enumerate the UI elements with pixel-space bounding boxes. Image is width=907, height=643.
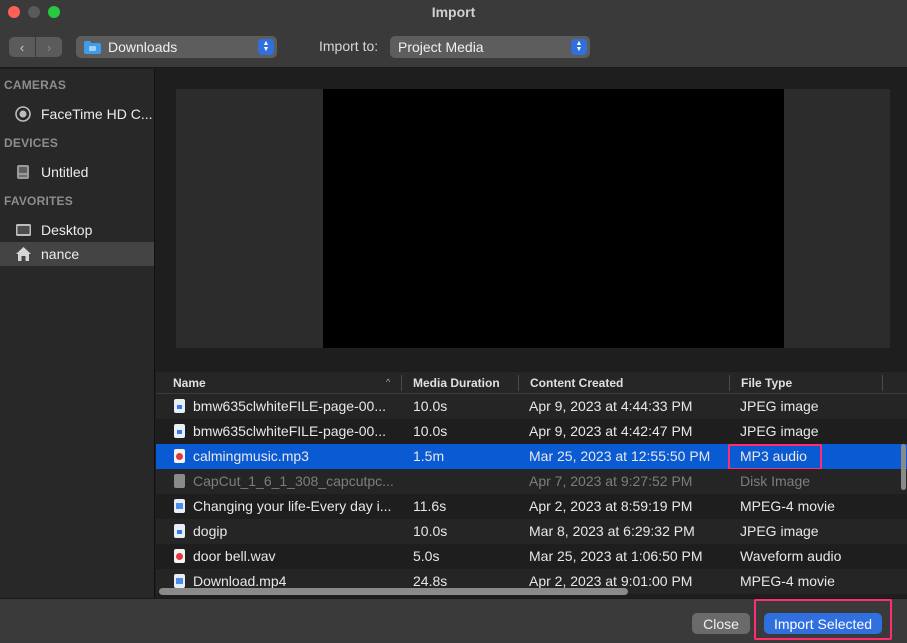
table-row[interactable]: CapCut_1_6_1_308_capcutpc... Apr 7, 2023…: [156, 469, 907, 494]
drive-icon: [15, 164, 33, 180]
sidebar-heading-cameras: CAMERAS: [4, 78, 67, 92]
vertical-scrollbar[interactable]: [901, 444, 906, 490]
folder-icon: [84, 40, 101, 54]
cell-created: Mar 8, 2023 at 6:29:32 PM: [529, 523, 695, 539]
cell-name: door bell.wav: [193, 548, 276, 564]
cell-type: JPEG image: [740, 523, 819, 539]
sidebar-item-label: Untitled: [41, 164, 89, 180]
cell-duration: 11.6s: [413, 498, 447, 514]
preview-area: [156, 69, 907, 372]
sidebar-item-camera[interactable]: FaceTime HD C...: [0, 102, 154, 126]
cell-name: bmw635clwhiteFILE-page-00...: [193, 423, 386, 439]
column-header-type[interactable]: File Type: [741, 376, 792, 390]
window-title: Import: [431, 4, 476, 20]
cell-created: Apr 2, 2023 at 9:01:00 PM: [529, 573, 693, 589]
horizontal-scrollbar[interactable]: [159, 588, 628, 595]
sidebar-heading-favorites: FAVORITES: [4, 194, 73, 208]
table-row[interactable]: door bell.wav 5.0s Mar 25, 2023 at 1:06:…: [156, 544, 907, 569]
import-to-label: Import to:: [319, 38, 379, 54]
sidebar-item-label: Desktop: [41, 222, 93, 238]
table-row[interactable]: bmw635clwhiteFILE-page-00... 10.0s Apr 9…: [156, 419, 907, 444]
sort-ascending-icon: ^: [386, 377, 391, 387]
cell-name: dogip: [193, 523, 228, 539]
cell-name: Changing your life-Every day i...: [193, 498, 392, 514]
column-header-duration[interactable]: Media Duration: [413, 376, 500, 390]
image-file-icon: [174, 524, 185, 538]
import-to-popup[interactable]: Project Media ▲ ▼: [390, 36, 590, 58]
movie-file-icon: [174, 499, 185, 513]
popup-stepper-icon: ▲ ▼: [258, 39, 274, 55]
cell-name: Download.mp4: [193, 573, 287, 589]
sidebar-item-untitled[interactable]: Untitled: [0, 160, 154, 184]
cell-duration: 10.0s: [413, 423, 448, 439]
cell-name: CapCut_1_6_1_308_capcutpc...: [193, 473, 394, 489]
file-list: Name ^ Media Duration Content Created Fi…: [156, 372, 907, 598]
popup-stepper-icon: ▲ ▼: [571, 39, 587, 55]
image-file-icon: [174, 424, 185, 438]
cell-type: JPEG image: [740, 423, 819, 439]
table-row[interactable]: Changing your life-Every day i... 11.6s …: [156, 494, 907, 519]
cell-duration: 24.8s: [413, 573, 448, 589]
column-header-created[interactable]: Content Created: [530, 376, 623, 390]
highlight-box: [728, 444, 822, 470]
sidebar-heading-devices: DEVICES: [4, 136, 59, 150]
location-popup[interactable]: Downloads ▲ ▼: [76, 36, 277, 58]
cell-duration: 10.0s: [413, 398, 448, 414]
cell-type: Waveform audio: [740, 548, 842, 564]
sidebar-item-label: FaceTime HD C...: [41, 106, 153, 122]
table-header: Name ^ Media Duration Content Created Fi…: [156, 372, 907, 394]
cell-created: Mar 25, 2023 at 12:55:50 PM: [529, 448, 711, 464]
cell-duration: 1.5m: [413, 448, 445, 464]
movie-file-icon: [174, 574, 185, 588]
chevron-left-icon: ‹: [19, 39, 25, 55]
audio-file-icon: [174, 549, 185, 563]
cell-type: Disk Image: [740, 473, 811, 489]
chevron-right-icon: ›: [46, 39, 52, 55]
column-header-name[interactable]: Name: [173, 376, 206, 390]
desktop-folder-icon: [15, 222, 33, 238]
image-file-icon: [174, 399, 185, 413]
sidebar-item-label: nance: [41, 246, 80, 262]
table-row[interactable]: bmw635clwhiteFILE-page-00... 10.0s Apr 9…: [156, 394, 907, 419]
cell-duration: 5.0s: [413, 548, 440, 564]
highlight-box: [754, 599, 892, 640]
column-divider[interactable]: [882, 375, 883, 391]
cell-duration: 10.0s: [413, 523, 448, 539]
camera-icon: [15, 106, 33, 122]
title-bar: Import: [0, 0, 907, 24]
sidebar: CAMERAS FaceTime HD C... DEVICES Untitle…: [0, 69, 155, 598]
back-button[interactable]: ‹: [9, 37, 35, 57]
sidebar-item-home[interactable]: nance: [0, 242, 154, 266]
preview-frame: [176, 89, 890, 348]
home-icon: [15, 246, 33, 262]
cell-created: Apr 9, 2023 at 4:44:33 PM: [529, 398, 693, 414]
cell-type: MPEG-4 movie: [740, 498, 835, 514]
navigation-buttons: ‹ ›: [9, 37, 62, 57]
cell-created: Mar 25, 2023 at 1:06:50 PM: [529, 548, 703, 564]
disk-image-icon: [174, 474, 185, 488]
location-label: Downloads: [108, 39, 178, 55]
cell-name: bmw635clwhiteFILE-page-00...: [193, 398, 386, 414]
close-button[interactable]: Close: [692, 613, 750, 634]
cell-created: Apr 7, 2023 at 9:27:52 PM: [529, 473, 693, 489]
column-divider[interactable]: [518, 375, 519, 391]
cell-created: Apr 2, 2023 at 8:59:19 PM: [529, 498, 693, 514]
cell-created: Apr 9, 2023 at 4:42:47 PM: [529, 423, 693, 439]
toolbar: ‹ › Downloads ▲ ▼ Import to: Project Medi…: [0, 24, 907, 68]
import-to-value: Project Media: [398, 39, 484, 55]
table-row[interactable]: dogip 10.0s Mar 8, 2023 at 6:29:32 PM JP…: [156, 519, 907, 544]
sidebar-item-desktop[interactable]: Desktop: [0, 218, 154, 242]
cell-type: JPEG image: [740, 398, 819, 414]
audio-file-icon: [174, 449, 185, 463]
column-divider[interactable]: [401, 375, 402, 391]
forward-button[interactable]: ›: [35, 37, 62, 57]
cell-name: calmingmusic.mp3: [193, 448, 309, 464]
column-divider[interactable]: [729, 375, 730, 391]
preview-video[interactable]: [323, 89, 784, 348]
cell-type: MPEG-4 movie: [740, 573, 835, 589]
